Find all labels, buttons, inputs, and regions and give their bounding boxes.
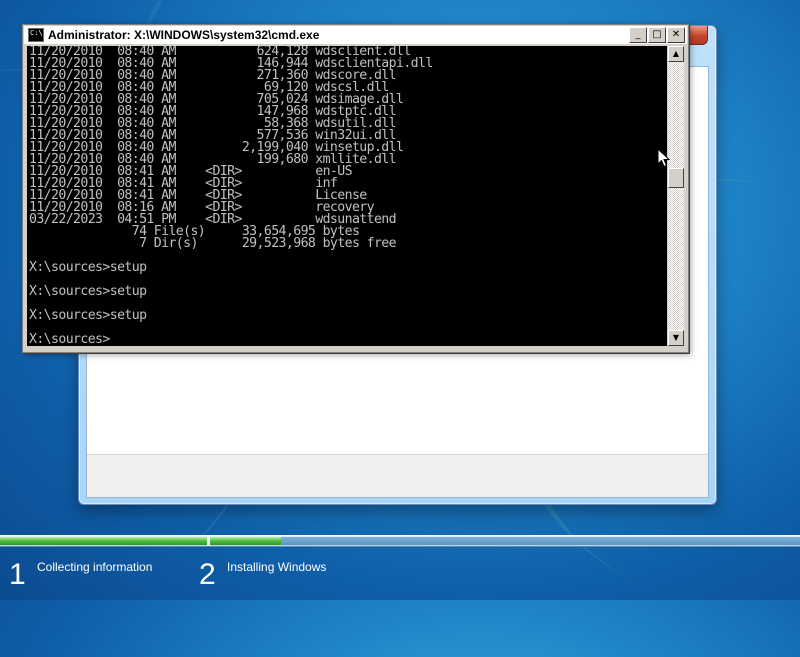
step-label: Installing Windows	[227, 560, 327, 574]
setup-progress-bar	[0, 535, 800, 547]
setup-window-footer	[87, 454, 708, 497]
console-line: 7 Dir(s) 29,523,968 bytes free	[29, 236, 397, 251]
close-button[interactable]: ✕	[667, 27, 685, 43]
scroll-down-button[interactable]: ▼	[668, 330, 684, 346]
minimize-button[interactable]: _	[629, 27, 647, 43]
scrollbar-thumb[interactable]	[668, 168, 684, 188]
console-line: X:\sources>setup	[29, 260, 147, 275]
console-line: X:\sources>setup	[29, 284, 147, 299]
command-prompt-window: Administrator: X:\WINDOWS\system32\cmd.e…	[22, 24, 689, 353]
console-line: X:\sources>setup	[29, 308, 147, 323]
step-number: 2	[199, 558, 216, 591]
step-number: 1	[9, 558, 26, 591]
cmd-app-icon[interactable]	[28, 28, 44, 42]
vertical-scrollbar[interactable]: ▲ ▼	[668, 46, 684, 346]
maximize-button[interactable]: □	[648, 27, 666, 43]
console-text: 11/20/2010 08:40 AM 624,128 wdsclient.dl…	[27, 46, 667, 346]
mouse-pointer-icon	[657, 148, 671, 168]
progress-step1-fill	[0, 537, 207, 545]
progress-step2-fill	[210, 537, 281, 545]
step-label: Collecting information	[37, 560, 153, 574]
scroll-up-button[interactable]: ▲	[668, 46, 684, 62]
cmd-caption-buttons: _ □ ✕	[629, 27, 685, 43]
progress-remaining	[281, 537, 800, 545]
cmd-window-title: Administrator: X:\WINDOWS\system32\cmd.e…	[48, 28, 320, 42]
cmd-titlebar[interactable]: Administrator: X:\WINDOWS\system32\cmd.e…	[24, 26, 687, 44]
console-line: X:\sources>	[29, 332, 110, 346]
console-output[interactable]: 11/20/2010 08:40 AM 624,128 wdsclient.dl…	[27, 46, 667, 346]
